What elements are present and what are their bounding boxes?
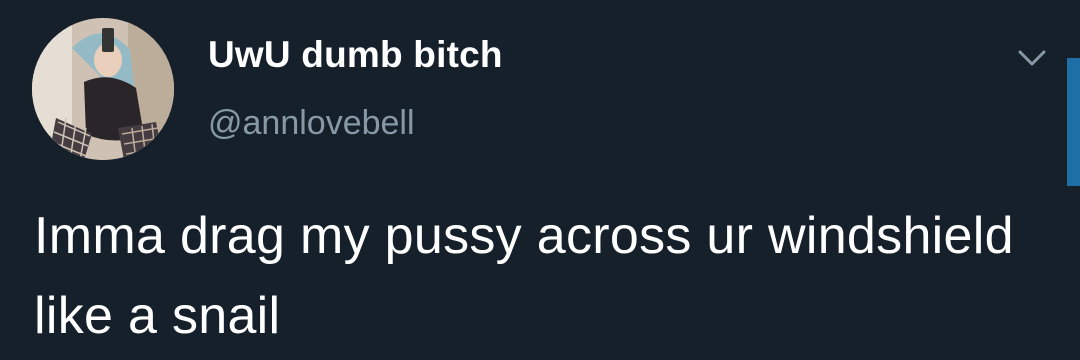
tweet-text: Imma drag my pussy across ur windshield … <box>34 207 1014 345</box>
display-name[interactable]: UwU dumb bitch <box>208 34 503 76</box>
user-handle[interactable]: @annlovebell <box>208 104 415 143</box>
chevron-down-icon <box>1018 50 1046 66</box>
profile-photo-icon <box>32 18 174 160</box>
tweet-card: UwU dumb bitch @annlovebell Imma drag my… <box>0 0 1080 360</box>
scrollbar-thumb[interactable] <box>1067 58 1080 186</box>
avatar[interactable] <box>32 18 174 160</box>
tweet-menu-button[interactable] <box>1014 44 1050 72</box>
